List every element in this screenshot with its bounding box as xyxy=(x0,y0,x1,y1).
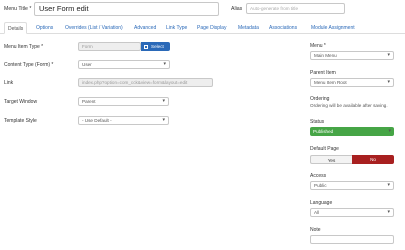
content-type-label: Content Type (Form) * xyxy=(4,62,54,68)
target-window-value: Parent xyxy=(82,99,96,104)
template-style-label: Template Style xyxy=(4,118,37,124)
language-select[interactable]: All xyxy=(310,208,394,217)
content-type-value: User xyxy=(82,62,92,67)
language-label: Language xyxy=(310,200,333,206)
parent-item-select[interactable]: Menu Item Root xyxy=(310,78,394,87)
parent-item-value: Menu Item Root xyxy=(314,80,347,85)
ordering-note: Ordering will be available after saving. xyxy=(310,103,388,108)
default-page-yes-button[interactable]: Yes xyxy=(310,155,352,164)
alias-input[interactable]: Auto-generate from title xyxy=(246,3,345,14)
select-button-label: Select xyxy=(151,44,164,49)
link-field: index.php?option=com_cck&view=form&layou… xyxy=(78,78,213,87)
tab-module-assignment[interactable]: Module Assignment xyxy=(311,25,355,31)
template-style-select[interactable]: - Use Default - xyxy=(78,116,169,125)
default-page-label: Default Page xyxy=(310,146,339,152)
menu-item-type-label: Menu Item Type * xyxy=(4,44,44,50)
default-page-no-button[interactable]: No xyxy=(352,155,394,164)
tab-bar: Details Options Overrides (List / Variat… xyxy=(0,22,405,34)
ordering-label: Ordering xyxy=(310,96,330,102)
access-select[interactable]: Public xyxy=(310,181,394,190)
status-select[interactable]: Published xyxy=(310,127,394,136)
tab-advanced[interactable]: Advanced xyxy=(134,25,156,31)
tab-associations[interactable]: Associations xyxy=(269,25,297,31)
link-label: Link xyxy=(4,80,14,86)
note-label: Note xyxy=(310,227,321,233)
menu-select[interactable]: Main Menu xyxy=(310,51,394,60)
select-type-button[interactable]: Select xyxy=(141,42,170,51)
parent-item-label: Parent Item xyxy=(310,70,336,76)
tab-overrides[interactable]: Overrides (List / Variation) xyxy=(65,25,123,31)
access-label: Access xyxy=(310,173,327,179)
status-value: Published xyxy=(313,129,334,134)
list-icon xyxy=(144,44,148,49)
note-input[interactable] xyxy=(310,235,394,244)
template-style-value: - Use Default - xyxy=(82,118,112,123)
menu-value: Main Menu xyxy=(314,53,337,58)
tab-metadata[interactable]: Metadata xyxy=(238,25,259,31)
language-value: All xyxy=(314,210,320,215)
content-type-select[interactable]: User xyxy=(78,60,170,69)
tab-page-display[interactable]: Page Display xyxy=(197,25,226,31)
alias-label: Alias xyxy=(231,6,243,12)
target-window-select[interactable]: Parent xyxy=(78,97,169,106)
target-window-label: Target Window xyxy=(4,99,38,105)
status-label: Status xyxy=(310,119,325,125)
menu-label: Menu * xyxy=(310,43,326,49)
menu-title-label: Menu Title * xyxy=(4,6,32,12)
access-value: Public xyxy=(314,183,327,188)
tab-options[interactable]: Options xyxy=(36,25,53,31)
tab-link-type[interactable]: Link Type xyxy=(166,25,187,31)
tab-details[interactable]: Details xyxy=(4,22,28,34)
menu-item-type-field: Form xyxy=(78,42,141,51)
menu-title-input[interactable]: User Form edit xyxy=(34,2,219,16)
